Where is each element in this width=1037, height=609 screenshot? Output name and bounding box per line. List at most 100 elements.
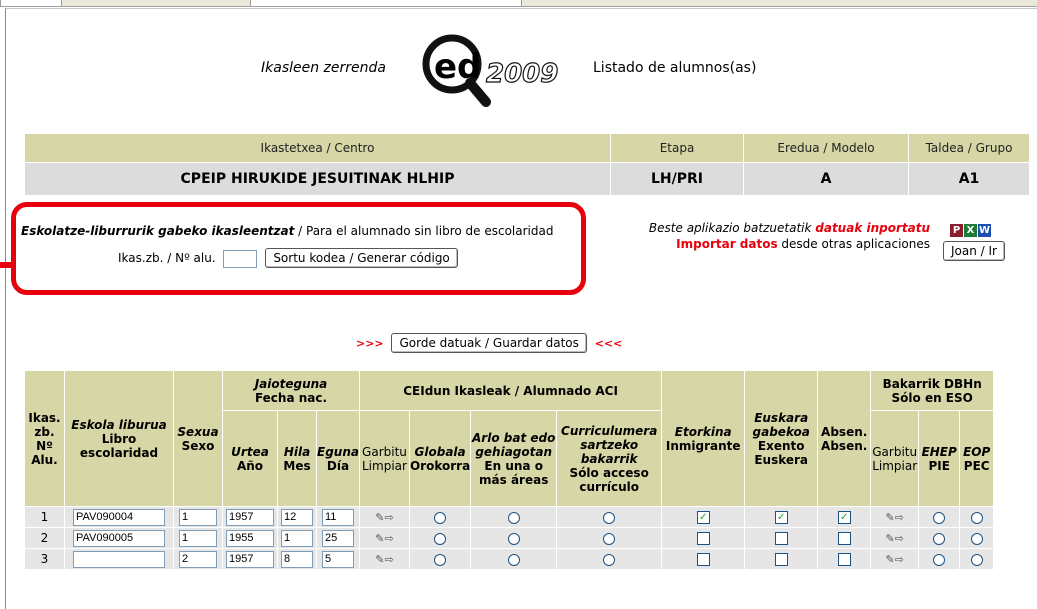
right-arrows: <<<	[594, 337, 623, 350]
import-text-spanish: desde otras aplicaciones	[777, 237, 930, 251]
student-number-label: Ikas.zb. / Nº alu.	[118, 251, 216, 265]
col-bakarrik: Bakarrik DBHn Sólo en ESO	[870, 370, 995, 411]
birth-year-input[interactable]	[226, 508, 274, 526]
col-ceid: CEIdun Ikasleak / Alumnado ACI	[358, 370, 663, 411]
book-number-input[interactable]	[73, 529, 165, 547]
no-book-section: Eskolatze-liburrurik gabeko ikasleentzat…	[21, 224, 553, 238]
table-row: 2 ✎⇨ ✎⇨	[24, 527, 995, 549]
row-number: 2	[24, 527, 65, 549]
pdf-icon[interactable]: P	[950, 224, 963, 237]
aci-curriculum-radio[interactable]	[603, 553, 616, 566]
ed2009-logo: ed 2009	[422, 34, 559, 107]
col-euskara: Euskara gabekoa Exento Euskera	[744, 370, 819, 507]
pie-radio[interactable]	[933, 532, 946, 545]
table-row: 1 ✎⇨ ✓ ✓ ✓ ✎⇨	[24, 506, 995, 528]
pie-radio[interactable]	[933, 511, 946, 524]
sex-input[interactable]	[179, 550, 217, 568]
birth-day-input[interactable]	[321, 508, 354, 526]
birth-year-input[interactable]	[226, 550, 274, 568]
row-number: 3	[24, 548, 65, 570]
col-hila: Hila Mes	[277, 410, 317, 507]
browser-top-strip	[0, 0, 1037, 7]
modelo-label: Eredua / Modelo	[743, 133, 909, 163]
pie-radio[interactable]	[933, 553, 946, 566]
pec-radio[interactable]	[970, 511, 983, 524]
birth-day-input[interactable]	[321, 529, 354, 547]
generate-code-button[interactable]: Sortu kodea / Generar código	[265, 248, 458, 268]
go-button[interactable]: Joan / Ir	[943, 241, 1005, 261]
etapa-value: LH/PRI	[610, 162, 744, 196]
aci-areas-radio[interactable]	[507, 532, 520, 545]
student-number-input[interactable]	[223, 249, 258, 268]
clear-eso-icon[interactable]: ✎⇨	[885, 553, 903, 566]
import-highlight-spanish: Importar datos	[676, 237, 778, 251]
row-number: 1	[24, 506, 65, 528]
col-urtea: Urtea Año	[222, 410, 278, 507]
col-absen: Absen. Absen.	[817, 370, 872, 507]
aci-areas-radio[interactable]	[507, 553, 520, 566]
aci-areas-radio[interactable]	[507, 511, 520, 524]
aci-global-radio[interactable]	[434, 553, 447, 566]
birth-month-input[interactable]	[281, 508, 313, 526]
col-arlo: Arlo bat edo gehiagotan En una o más área…	[470, 410, 558, 507]
col-eop: EOP PEC	[959, 410, 995, 507]
col-ikas: Ikas. zb. Nº Alu.	[24, 370, 65, 507]
book-number-input[interactable]	[73, 508, 165, 526]
table-row: 3 ✎⇨ ✎⇨	[24, 548, 995, 570]
centro-label: Ikastetxea / Centro	[24, 133, 611, 163]
aci-curriculum-radio[interactable]	[603, 532, 616, 545]
sex-input[interactable]	[179, 529, 217, 547]
etapa-label: Etapa	[610, 133, 744, 163]
sex-input[interactable]	[179, 508, 217, 526]
logo-year: 2009	[486, 59, 558, 89]
grupo-value: A1	[908, 162, 1030, 196]
birth-month-input[interactable]	[281, 529, 313, 547]
school-info-table: Ikastetxea / Centro Etapa Eredua / Model…	[24, 133, 1030, 196]
col-eskola: Eskola liburua Libro escolaridad	[64, 370, 174, 507]
col-etorkina: Etorkina Inmigrante	[661, 370, 746, 507]
page-title-spanish: Listado de alumnos(as)	[593, 60, 757, 76]
logo-letters: ed	[434, 47, 481, 87]
col-sexua: Sexua Sexo	[173, 370, 223, 507]
col-garbitu-eso: Garbitu Limpiar	[870, 410, 920, 507]
no-book-text-spanish: / Para el alumnado sin libro de escolari…	[294, 224, 554, 238]
birth-month-input[interactable]	[281, 550, 313, 568]
basque-exempt-checkbox[interactable]	[774, 553, 788, 566]
immigrant-checkbox[interactable]: ✓	[696, 511, 710, 524]
generate-code-row: Ikas.zb. / Nº alu. Sortu kodea / Generar…	[118, 248, 458, 268]
basque-exempt-checkbox[interactable]: ✓	[774, 511, 788, 524]
birth-day-input[interactable]	[321, 550, 354, 568]
pec-radio[interactable]	[970, 553, 983, 566]
clear-eso-icon[interactable]: ✎⇨	[885, 511, 903, 524]
col-curriculum: Curriculumera sartzeko bakarrik Sólo acce…	[556, 410, 663, 507]
aci-global-radio[interactable]	[434, 511, 447, 524]
birth-year-input[interactable]	[226, 529, 274, 547]
immigrant-checkbox[interactable]	[696, 553, 710, 566]
word-icon[interactable]: W	[978, 224, 991, 237]
absence-checkbox[interactable]	[837, 532, 851, 545]
absence-checkbox[interactable]	[837, 553, 851, 566]
save-data-button[interactable]: Gorde datuak / Guardar datos	[391, 333, 587, 353]
basque-exempt-checkbox[interactable]	[774, 532, 788, 545]
clear-aci-icon[interactable]: ✎⇨	[375, 553, 393, 566]
aci-curriculum-radio[interactable]	[603, 511, 616, 524]
left-arrows: >>>	[356, 337, 384, 350]
page-title-basque: Ikasleen zerrenda	[261, 60, 386, 76]
save-row: >>> Gorde datuak / Guardar datos <<<	[356, 333, 622, 353]
no-book-text-basque: Eskolatze-liburrurik gabeko ikasleentzat	[21, 224, 295, 238]
col-garbitu: Garbitu Limpiar	[358, 410, 410, 507]
immigrant-checkbox[interactable]	[696, 532, 710, 545]
centro-value: CPEIP HIRUKIDE JESUITINAK HLHIP	[24, 162, 611, 196]
grupo-label: Taldea / Grupo	[908, 133, 1030, 163]
book-number-input[interactable]	[73, 550, 165, 568]
pec-radio[interactable]	[970, 532, 983, 545]
clear-eso-icon[interactable]: ✎⇨	[885, 532, 903, 545]
clear-aci-icon[interactable]: ✎⇨	[375, 511, 393, 524]
clear-aci-icon[interactable]: ✎⇨	[375, 532, 393, 545]
excel-icon[interactable]: X	[964, 224, 977, 237]
absence-checkbox[interactable]: ✓	[837, 511, 851, 524]
modelo-value: A	[743, 162, 909, 196]
aci-global-radio[interactable]	[434, 532, 447, 545]
students-table: Ikas. zb. Nº Alu. Eskola liburua Libro es…	[24, 370, 995, 570]
col-eguna: Eguna Día	[316, 410, 360, 507]
